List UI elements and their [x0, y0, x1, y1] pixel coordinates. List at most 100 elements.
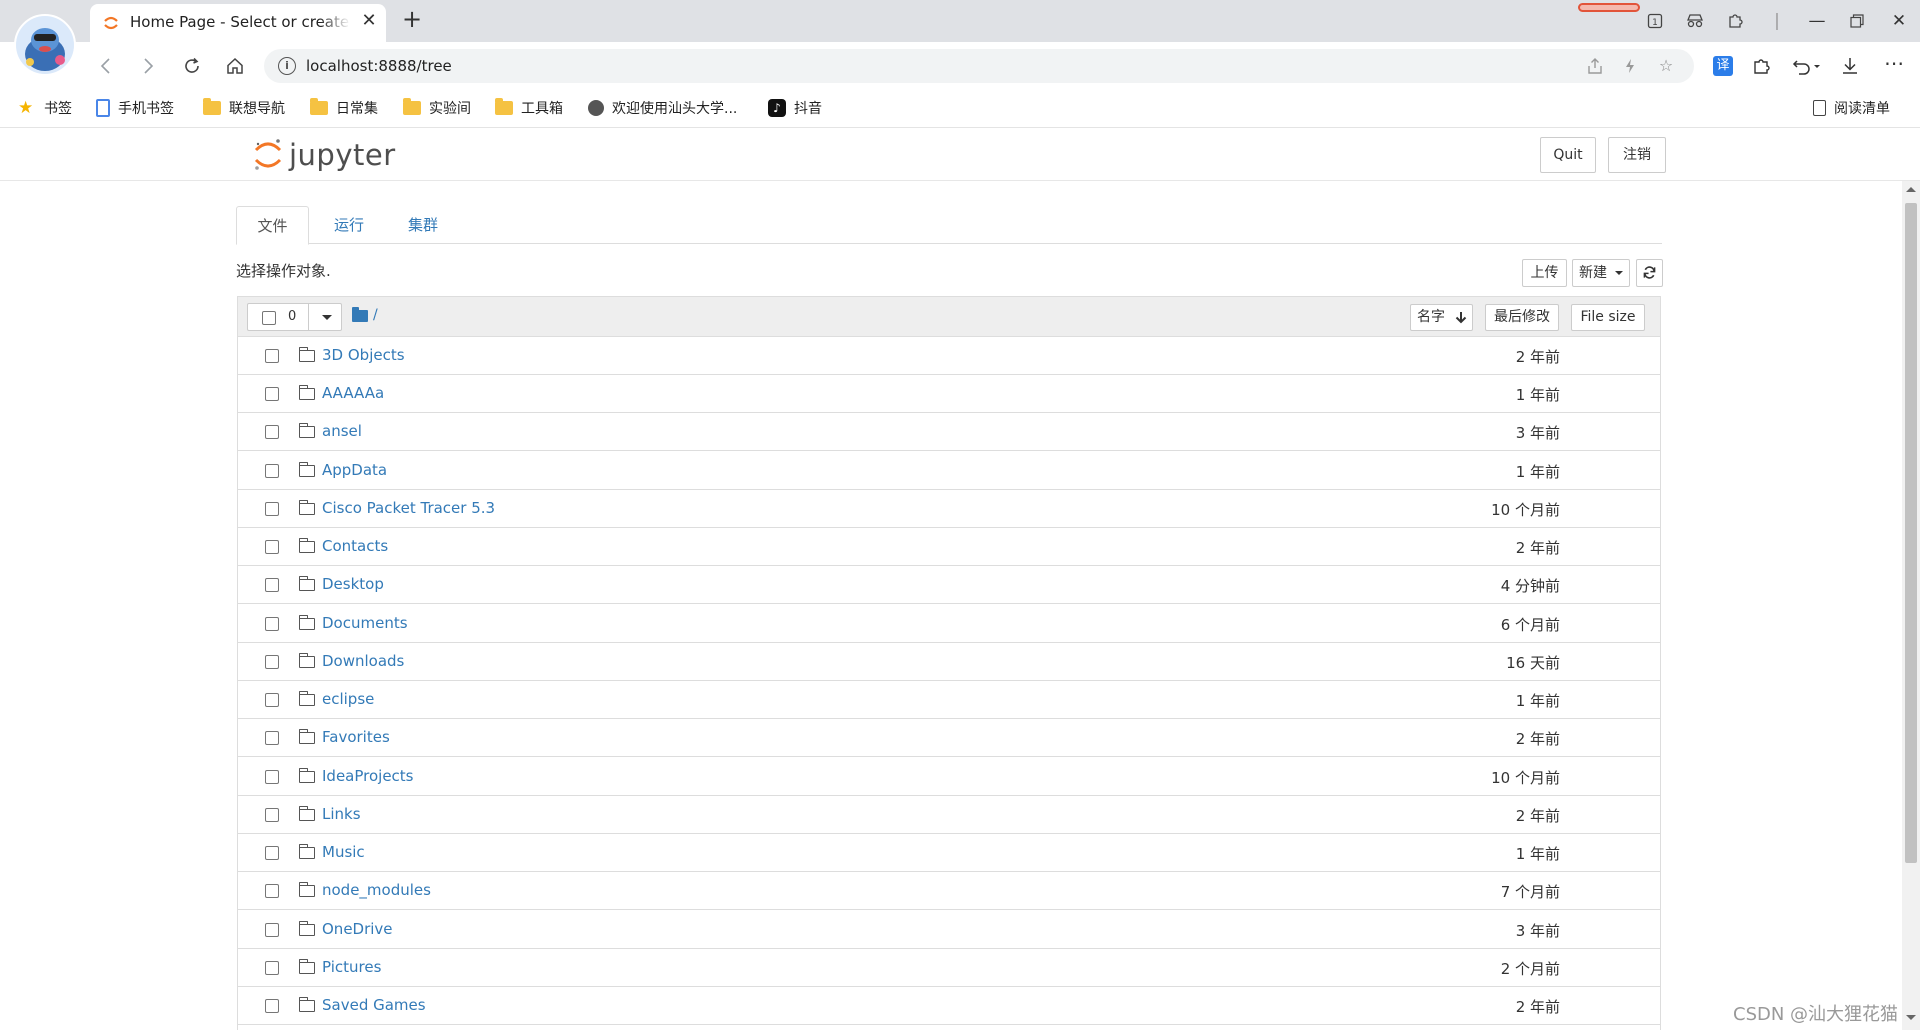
list-item[interactable]: ansel 3 年前	[238, 413, 1660, 451]
scrollbar-thumb[interactable]	[1905, 203, 1917, 863]
item-name-link[interactable]: Music	[322, 843, 365, 861]
item-checkbox[interactable]	[265, 884, 279, 898]
page-scrollbar[interactable]	[1902, 181, 1920, 1030]
logout-button[interactable]: 注销	[1608, 137, 1666, 173]
sort-by-name-button[interactable]: 名字	[1410, 304, 1473, 331]
item-name-link[interactable]: AppData	[322, 461, 387, 479]
forward-icon[interactable]	[132, 50, 164, 82]
item-checkbox[interactable]	[265, 961, 279, 975]
notification-indicator[interactable]	[1578, 3, 1640, 12]
item-checkbox[interactable]	[265, 655, 279, 669]
sort-by-modified-button[interactable]: 最后修改	[1485, 304, 1559, 331]
site-info-icon[interactable]: i	[278, 57, 296, 75]
bookmark-item[interactable]: 手机书签	[96, 97, 174, 119]
scroll-up-icon[interactable]	[1906, 187, 1916, 192]
home-icon[interactable]	[219, 50, 251, 82]
bookmark-item[interactable]: 欢迎使用汕头大学...	[588, 97, 737, 119]
item-checkbox[interactable]	[265, 578, 279, 592]
list-item[interactable]: Desktop 4 分钟前	[238, 566, 1660, 604]
item-checkbox[interactable]	[265, 923, 279, 937]
list-item[interactable]: OneDrive 3 年前	[238, 911, 1660, 949]
item-checkbox[interactable]	[265, 846, 279, 860]
bookmark-item[interactable]: 日常集	[310, 97, 378, 119]
breadcrumb-root[interactable]: /	[373, 307, 378, 323]
item-name-link[interactable]: Pictures	[322, 958, 381, 976]
list-item[interactable]: Cisco Packet Tracer 5.3 10 个月前	[238, 490, 1660, 528]
item-name-link[interactable]: eclipse	[322, 690, 374, 708]
bookmark-item[interactable]: 实验间	[403, 97, 471, 119]
reading-list-button[interactable]: 阅读清单	[1813, 97, 1890, 119]
list-item[interactable]: Documents 6 个月前	[238, 605, 1660, 643]
list-item[interactable]: Saved Games 2 年前	[238, 987, 1660, 1025]
sort-by-size-button[interactable]: File size	[1571, 304, 1645, 331]
restore-icon[interactable]	[1842, 6, 1872, 36]
item-name-link[interactable]: Cisco Packet Tracer 5.3	[322, 499, 495, 517]
bookmark-item[interactable]: 联想导航	[203, 97, 285, 119]
list-item[interactable]: eclipse 1 年前	[238, 681, 1660, 719]
address-bar[interactable]: i localhost:8888/tree ☆	[264, 49, 1694, 83]
quit-button[interactable]: Quit	[1540, 137, 1596, 173]
tab-running[interactable]: 运行	[316, 206, 382, 244]
close-window-icon[interactable]: ✕	[1884, 6, 1914, 36]
list-item[interactable]: Favorites 2 年前	[238, 719, 1660, 757]
undo-menu-icon[interactable]	[1787, 52, 1827, 80]
item-checkbox[interactable]	[265, 349, 279, 363]
item-name-link[interactable]: Favorites	[322, 728, 390, 746]
item-checkbox[interactable]	[265, 502, 279, 516]
incognito-icon[interactable]	[1680, 6, 1710, 36]
item-name-link[interactable]: ansel	[322, 422, 362, 440]
tab-count-icon[interactable]: 1	[1640, 6, 1670, 36]
item-name-link[interactable]: Links	[322, 805, 361, 823]
list-item[interactable]: node_modules 7 个月前	[238, 872, 1660, 910]
more-menu-icon[interactable]: ⋯	[1880, 52, 1908, 80]
back-icon[interactable]	[90, 50, 122, 82]
bookmark-item[interactable]: 工具箱	[495, 97, 563, 119]
item-name-link[interactable]: 3D Objects	[322, 346, 405, 364]
url-text[interactable]: localhost:8888/tree	[306, 57, 452, 75]
select-all-checkbox[interactable]	[262, 311, 276, 325]
item-checkbox[interactable]	[265, 540, 279, 554]
item-checkbox[interactable]	[265, 387, 279, 401]
item-checkbox[interactable]	[265, 731, 279, 745]
extensions-icon[interactable]	[1747, 52, 1775, 80]
item-name-link[interactable]: OneDrive	[322, 920, 393, 938]
list-item[interactable]: Downloads 16 天前	[238, 643, 1660, 681]
item-checkbox[interactable]	[265, 999, 279, 1013]
item-name-link[interactable]: Documents	[322, 614, 408, 632]
list-item[interactable]: Contacts 2 年前	[238, 528, 1660, 566]
bookmark-item[interactable]: ♪ 抖音	[768, 97, 822, 119]
extension-puzzle-icon[interactable]	[1720, 6, 1750, 36]
lightning-icon[interactable]	[1619, 55, 1641, 77]
list-item[interactable]: Links 2 年前	[238, 796, 1660, 834]
item-name-link[interactable]: IdeaProjects	[322, 767, 414, 785]
browser-tab-active[interactable]: Home Page - Select or create a notebook …	[90, 4, 386, 42]
item-checkbox[interactable]	[265, 425, 279, 439]
item-name-link[interactable]: AAAAAa	[322, 384, 384, 402]
caret-down-icon[interactable]	[322, 315, 332, 320]
jupyter-logo[interactable]: jupyter	[253, 137, 396, 173]
translate-icon[interactable]: 译	[1713, 56, 1733, 76]
close-tab-icon[interactable]: ✕	[358, 10, 380, 32]
new-dropdown-button[interactable]: 新建	[1572, 259, 1630, 287]
download-icon[interactable]	[1836, 52, 1864, 80]
minimize-icon[interactable]: —	[1802, 6, 1832, 36]
list-item[interactable]: IdeaProjects 10 个月前	[238, 758, 1660, 796]
item-checkbox[interactable]	[265, 617, 279, 631]
profile-avatar[interactable]	[14, 14, 76, 76]
item-checkbox[interactable]	[265, 693, 279, 707]
tab-clusters[interactable]: 集群	[390, 206, 456, 244]
list-item[interactable]: 3D Objects 2 年前	[238, 337, 1660, 375]
list-item[interactable]: Music 1 年前	[238, 834, 1660, 872]
upload-button[interactable]: 上传	[1522, 259, 1567, 287]
select-all-dropdown[interactable]: 0	[247, 303, 342, 331]
reload-icon[interactable]	[176, 50, 208, 82]
item-checkbox[interactable]	[265, 464, 279, 478]
list-item[interactable]: AAAAAa 1 年前	[238, 375, 1660, 413]
item-checkbox[interactable]	[265, 808, 279, 822]
item-name-link[interactable]: node_modules	[322, 881, 431, 899]
item-name-link[interactable]: Downloads	[322, 652, 404, 670]
item-checkbox[interactable]	[265, 770, 279, 784]
scroll-down-icon[interactable]	[1906, 1015, 1916, 1020]
tab-files[interactable]: 文件	[236, 206, 309, 245]
item-name-link[interactable]: Desktop	[322, 575, 384, 593]
